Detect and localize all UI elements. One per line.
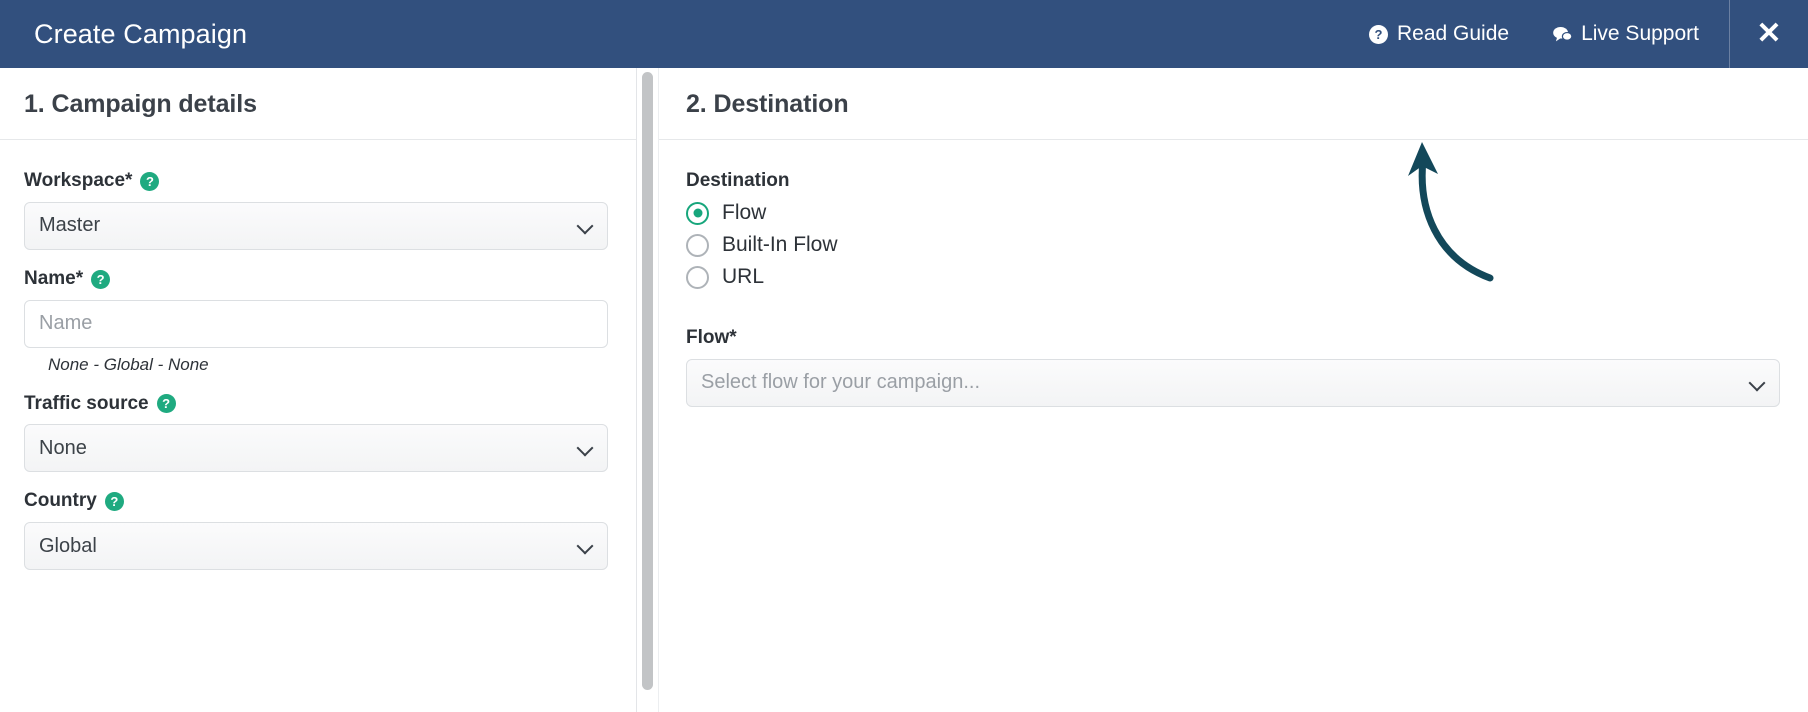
destination-heading: 2. Destination: [686, 90, 849, 118]
page-title: Create Campaign: [34, 18, 248, 49]
flow-select-placeholder: Select flow for your campaign...: [701, 371, 981, 394]
name-label-row: Name* ?: [24, 268, 608, 291]
destination-option-built-in-flow-label: Built-In Flow: [722, 233, 838, 256]
traffic-source-field: Traffic source ? None: [24, 393, 608, 473]
destination-option-url-label: URL: [722, 265, 765, 288]
radio-icon: [686, 265, 709, 289]
country-select-value: Global: [39, 534, 97, 557]
destination-option-url[interactable]: URL: [686, 265, 1780, 289]
campaign-details-panel: 1. Campaign details Workspace* ? Master …: [0, 68, 637, 712]
destination-group-label: Destination: [686, 170, 790, 191]
live-support-link[interactable]: Live Support: [1553, 22, 1699, 46]
destination-option-flow-label: Flow: [722, 201, 767, 224]
traffic-source-label: Traffic source: [24, 392, 149, 414]
workspace-select[interactable]: Master: [24, 201, 608, 250]
workspace-label-row: Workspace* ?: [24, 170, 608, 193]
chevron-down-icon: [1749, 375, 1765, 391]
question-circle-icon: ?: [1369, 24, 1388, 44]
workspace-label: Workspace*: [24, 170, 133, 191]
name-input[interactable]: [24, 299, 608, 348]
country-label-row: Country ?: [24, 490, 608, 513]
campaign-details-heading: 1. Campaign details: [24, 90, 257, 118]
close-icon[interactable]: ✕: [1730, 0, 1808, 68]
modal-body: 1. Campaign details Workspace* ? Master …: [0, 68, 1808, 712]
modal-header: Create Campaign ? Read Guide Live Suppor…: [0, 0, 1808, 68]
live-support-label: Live Support: [1581, 22, 1699, 45]
read-guide-link[interactable]: ? Read Guide: [1369, 22, 1509, 46]
workspace-field: Workspace* ? Master: [24, 170, 608, 250]
workspace-help-icon[interactable]: ?: [140, 171, 160, 191]
flow-label: Flow*: [686, 327, 737, 348]
destination-option-built-in-flow[interactable]: Built-In Flow: [686, 233, 1780, 257]
name-help-icon[interactable]: ?: [91, 269, 111, 289]
name-label: Name*: [24, 267, 84, 289]
chevron-down-icon: [577, 440, 593, 456]
country-help-icon[interactable]: ?: [104, 492, 124, 512]
campaign-details-content: Workspace* ? Master Name* ? None - Globa…: [0, 140, 636, 571]
radio-icon: [686, 201, 709, 225]
header-actions: ? Read Guide Live Support: [1369, 22, 1699, 46]
destination-content: Destination Flow Built-In Flow URL Flow*…: [659, 140, 1808, 407]
workspace-select-value: Master: [39, 214, 101, 237]
chat-bubbles-icon: [1553, 25, 1573, 44]
destination-panel: 2. Destination Destination Flow Built-In…: [659, 68, 1808, 712]
flow-label-row: Flow*: [686, 327, 1780, 350]
country-select[interactable]: Global: [24, 522, 608, 571]
destination-option-flow[interactable]: Flow: [686, 201, 1780, 225]
name-helper-text: None - Global - None: [48, 354, 209, 374]
panel-scrollbar-thumb[interactable]: [642, 72, 653, 690]
chevron-down-icon: [577, 538, 593, 554]
svg-text:?: ?: [1375, 27, 1383, 42]
traffic-source-label-row: Traffic source ?: [24, 393, 608, 416]
country-label: Country: [24, 490, 97, 512]
radio-icon: [686, 233, 709, 257]
country-field: Country ? Global: [24, 490, 608, 571]
flow-field: Flow* Select flow for your campaign...: [686, 327, 1780, 407]
flow-select[interactable]: Select flow for your campaign...: [686, 358, 1780, 407]
traffic-source-help-icon[interactable]: ?: [156, 394, 176, 414]
traffic-source-select[interactable]: None: [24, 424, 608, 473]
read-guide-label: Read Guide: [1397, 22, 1510, 45]
traffic-source-select-value: None: [39, 436, 87, 459]
name-field: Name* ? None - Global - None: [24, 268, 608, 375]
chevron-down-icon: [577, 218, 593, 234]
panel-scrollbar[interactable]: [637, 68, 659, 712]
